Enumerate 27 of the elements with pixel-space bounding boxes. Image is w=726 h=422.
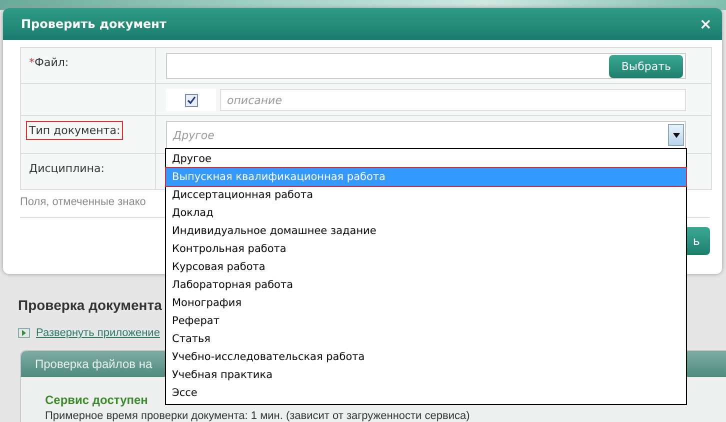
field-label: Дисциплина:: [29, 162, 104, 175]
dropdown-option[interactable]: Эссе: [166, 384, 686, 402]
choose-button[interactable]: Выбрать: [609, 54, 683, 78]
dropdown-option[interactable]: Доклад: [166, 204, 686, 222]
dropdown-option[interactable]: Реферат: [166, 312, 686, 330]
dropdown-option[interactable]: Контрольная работа: [166, 240, 686, 258]
dropdown-option[interactable]: Учебно-исследовательская работа: [166, 348, 686, 366]
required-note: Поля, отмеченные знако: [20, 196, 146, 208]
time-text: Примерное время проверки документа: 1 мин. (зависит от загруженности сервиса): [45, 409, 470, 422]
field-label: Тип документа:: [29, 124, 120, 137]
dropdown-option[interactable]: Монография: [166, 294, 686, 312]
checkbox[interactable]: [184, 94, 198, 106]
close-button[interactable]: ×: [699, 15, 712, 33]
dropdown-option[interactable]: Диссертационная работа: [166, 186, 686, 204]
description-field[interactable]: описание: [220, 89, 686, 111]
expand-icon: [18, 328, 30, 338]
file-field[interactable]: Выбрать: [166, 53, 686, 79]
dialog-title: Проверить документ: [21, 17, 166, 31]
dropdown-option[interactable]: Индивидуальное домашнее задание: [166, 222, 686, 240]
field-label: *Файл:: [29, 56, 69, 69]
expand-link[interactable]: Развернуть приложение: [36, 327, 160, 339]
dropdown-option[interactable]: Лабораторная работа: [166, 276, 686, 294]
dropdown-option[interactable]: Курсовая работа: [166, 258, 686, 276]
dropdown-option[interactable]: Статья: [166, 330, 686, 348]
section-heading: Проверка документа: [18, 296, 162, 314]
dropdown-option[interactable]: Другое: [166, 150, 686, 168]
status-text: Сервис доступен: [45, 393, 148, 408]
